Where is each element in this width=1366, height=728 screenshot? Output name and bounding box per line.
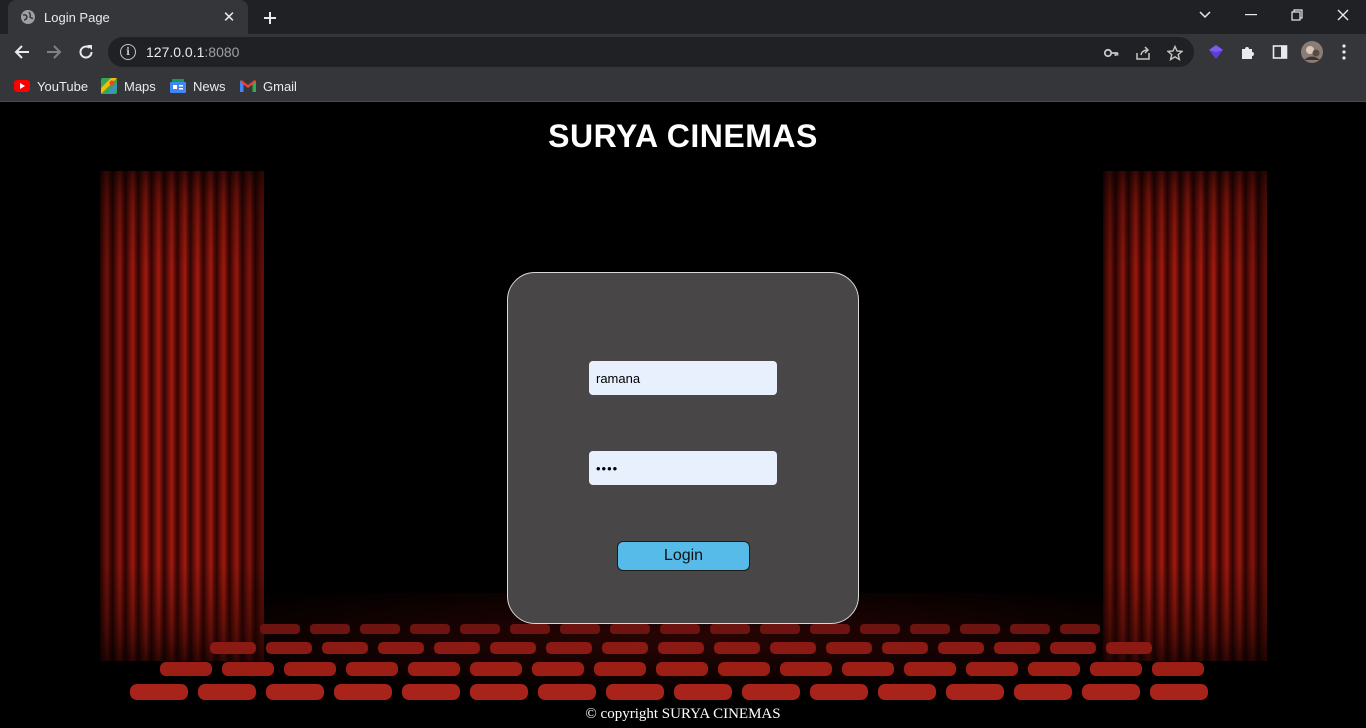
bookmark-label: Maps	[124, 78, 156, 94]
browser-toolbar: i 127.0.0.1:8080	[0, 34, 1366, 70]
key-icon[interactable]	[1102, 44, 1120, 62]
restore-icon[interactable]	[1274, 0, 1320, 30]
back-arrow-icon[interactable]	[10, 40, 34, 64]
tab-strip: Login Page ✕	[0, 0, 1366, 34]
puzzle-icon[interactable]	[1238, 42, 1258, 62]
side-panel-icon[interactable]	[1270, 42, 1290, 62]
username-input[interactable]	[589, 361, 777, 395]
bookmark-label: YouTube	[37, 78, 89, 94]
url-host: 127.0.0.1	[146, 44, 205, 60]
bookmark-gmail[interactable]: Gmail	[240, 76, 297, 96]
page-content: SURYA CINEMAS Login © copyright SURYA CI…	[0, 103, 1366, 728]
bookmark-label: News	[193, 78, 226, 94]
youtube-icon	[14, 78, 30, 94]
bookmark-maps[interactable]: Maps	[101, 76, 156, 96]
url-port: :8080	[204, 44, 240, 60]
new-tab-button[interactable]	[258, 6, 282, 30]
profile-avatar[interactable]	[1301, 41, 1323, 63]
right-curtain-image	[1103, 171, 1267, 661]
site-info-icon[interactable]: i	[120, 44, 136, 60]
bookmarks-bar: YouTube Maps News Gmail	[0, 70, 1366, 102]
minimize-icon[interactable]	[1228, 0, 1274, 30]
news-icon	[170, 78, 186, 94]
share-icon[interactable]	[1134, 44, 1152, 62]
menu-kebab-icon[interactable]	[1334, 42, 1354, 62]
password-input[interactable]	[589, 451, 777, 485]
close-window-icon[interactable]	[1320, 0, 1366, 30]
tab-title: Login Page	[44, 9, 110, 25]
bookmark-star-icon[interactable]	[1166, 44, 1184, 62]
maps-icon	[101, 78, 117, 94]
login-button[interactable]: Login	[617, 541, 750, 571]
extension-icon[interactable]	[1206, 42, 1226, 62]
reload-icon[interactable]	[74, 40, 98, 64]
copyright-footer: © copyright SURYA CINEMAS	[585, 706, 781, 722]
tab-search-icon[interactable]	[1182, 0, 1228, 30]
address-bar[interactable]: i 127.0.0.1:8080	[108, 37, 1194, 67]
bookmark-news[interactable]: News	[170, 76, 226, 96]
tab-login-page[interactable]: Login Page ✕	[8, 0, 248, 34]
bookmark-youtube[interactable]: YouTube	[14, 76, 88, 96]
login-form: Login	[507, 272, 859, 624]
gmail-icon	[240, 78, 256, 94]
theater-seats-image	[130, 624, 1208, 700]
close-tab-icon[interactable]: ✕	[220, 8, 238, 26]
bookmark-label: Gmail	[263, 78, 297, 94]
page-title: SURYA CINEMAS	[548, 118, 818, 154]
left-curtain-image	[100, 171, 264, 661]
globe-icon	[20, 9, 36, 25]
forward-arrow-icon[interactable]	[42, 40, 66, 64]
